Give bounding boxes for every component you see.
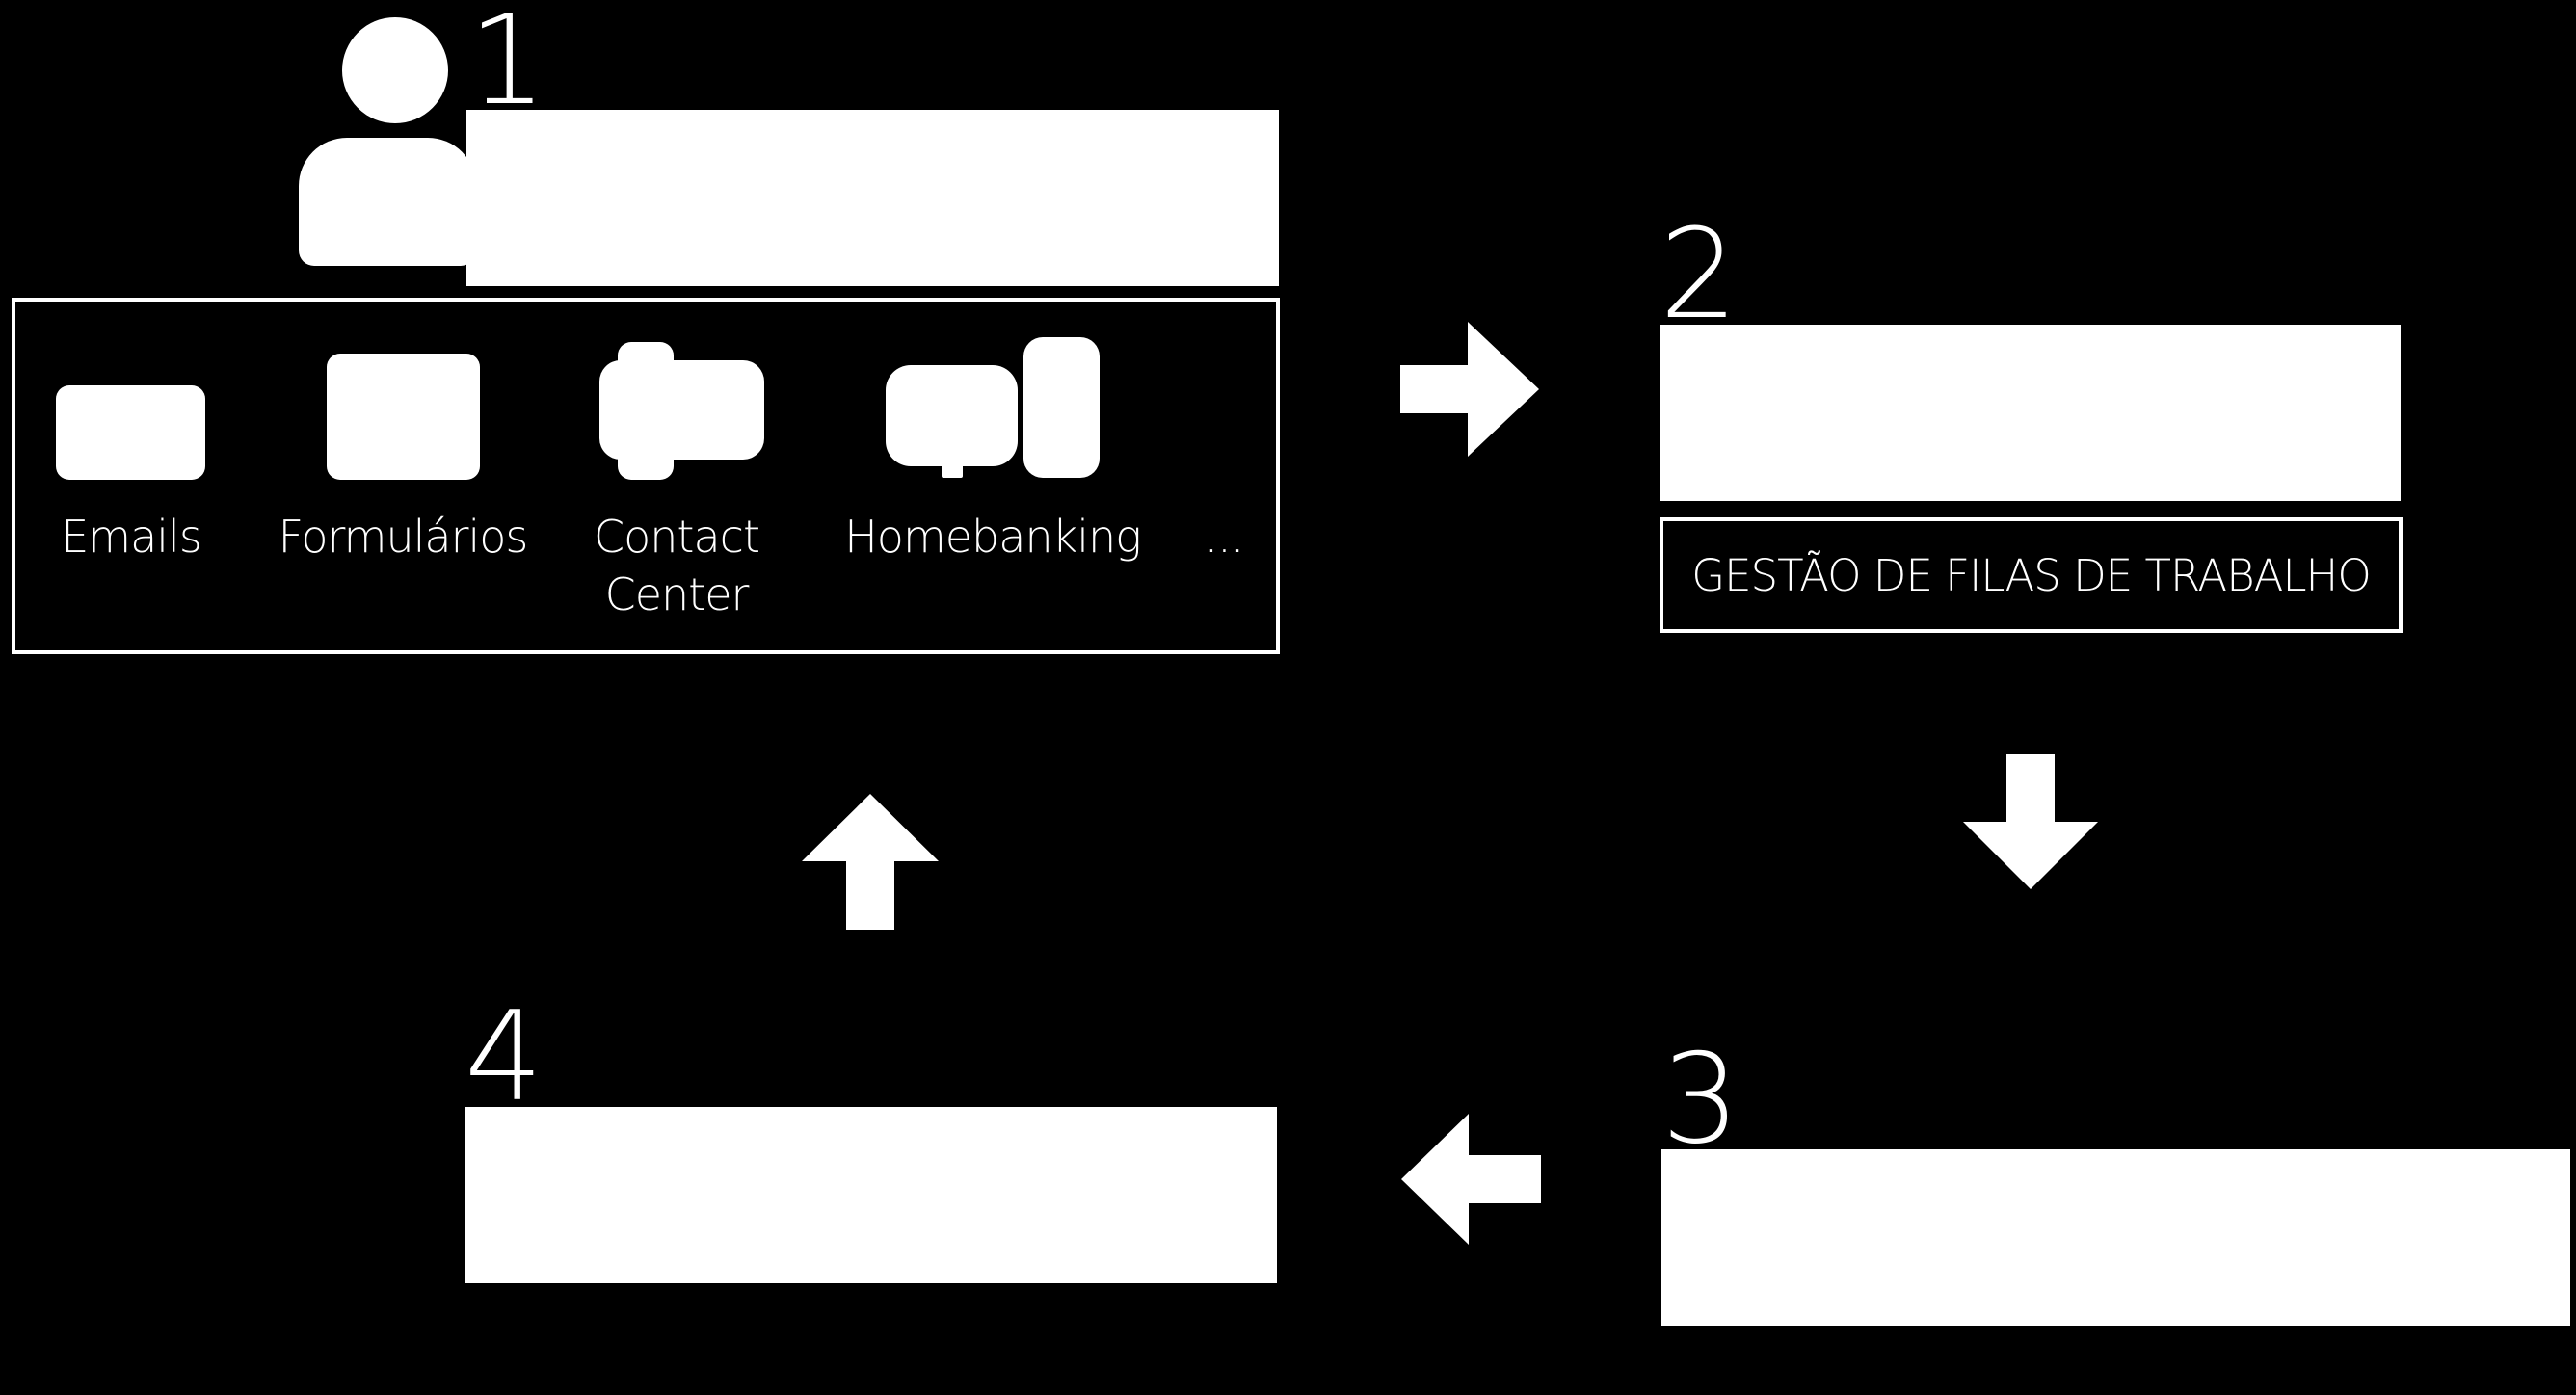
- step-2-number: 2: [1660, 203, 1739, 347]
- channel-label-center: Center: [604, 568, 750, 620]
- form-icon: [327, 354, 480, 480]
- channel-label-contact: Contact: [594, 511, 760, 563]
- step-4-number: 4: [465, 986, 544, 1129]
- channel-label-more: ...: [1204, 511, 1245, 563]
- channel-label-formularios: Formulários: [278, 511, 529, 563]
- step-3-number: 3: [1661, 1028, 1740, 1171]
- channel-label-emails: Emails: [61, 511, 202, 563]
- queue-management-label: GESTÃO DE FILAS DE TRABALHO: [1691, 549, 2372, 601]
- step-1-number: 1: [468, 0, 547, 133]
- channel-label-homebanking: Homebanking: [844, 511, 1142, 563]
- arrow-left-icon: [1401, 1114, 1541, 1245]
- queue-management-box: GESTÃO DE FILAS DE TRABALHO: [1660, 517, 2403, 633]
- arrow-right-icon: [1400, 322, 1539, 457]
- email-icon: [56, 385, 205, 480]
- arrow-up-icon: [802, 794, 939, 930]
- step-2-box: [1660, 325, 2401, 501]
- step-4-box: [465, 1107, 1277, 1283]
- arrow-down-icon: [1963, 754, 2098, 889]
- step-1-box: [466, 110, 1279, 286]
- step-3-box: [1661, 1149, 2570, 1326]
